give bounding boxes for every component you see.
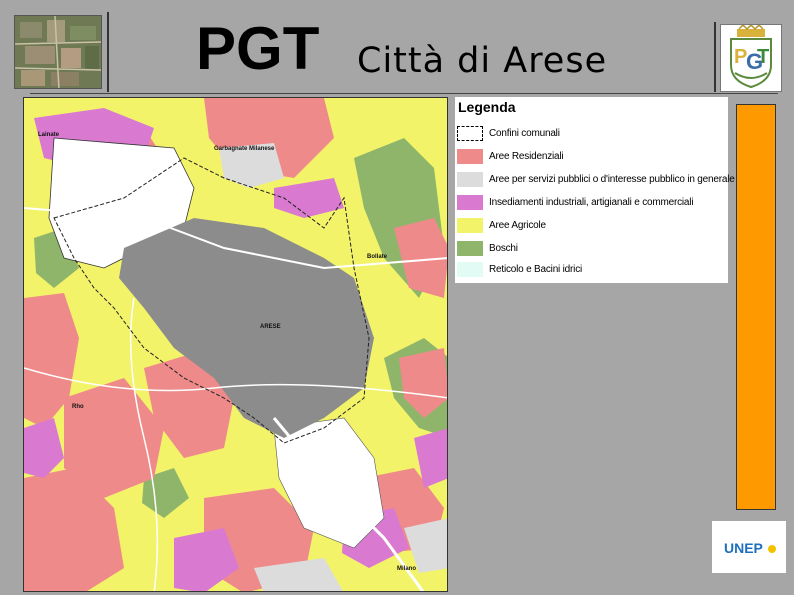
legend-swatch (457, 148, 483, 164)
unep-logo-text: UNEP (724, 540, 763, 556)
legend-label: Aree Residenziali (489, 150, 564, 162)
legend-label: Aree Agricole (489, 219, 546, 231)
legend-item-public-services: Aree per servizi pubblici o d'interesse … (457, 171, 735, 187)
legend-item-industrial: Insediamenti industriali, artigianali e … (457, 194, 694, 210)
svg-text:T: T (757, 46, 769, 68)
legend-label: Insediamenti industriali, artigianali e … (489, 196, 694, 208)
legend-swatch (457, 125, 483, 141)
legend-item-woods: Boschi (457, 240, 518, 256)
aerial-photo-icon (14, 15, 102, 89)
header-divider-left (107, 12, 109, 92)
legend-item-water: Reticolo e Bacini idrici (457, 261, 582, 277)
land-use-map: Lainate Garbagnate Milanese Bollate ARES… (23, 97, 448, 592)
title-pgt: PGT (196, 15, 320, 82)
map-label-rho: Rho (72, 404, 84, 410)
map-legend: Legenda Confini comunali Aree Residenzia… (455, 97, 735, 283)
legend-label: Confini comunali (489, 127, 560, 139)
map-label-lainate: Lainate (38, 132, 60, 138)
legend-swatch (457, 217, 483, 233)
legend-label: Boschi (489, 242, 518, 254)
legend-swatch (457, 171, 483, 187)
legend-label: Aree per servizi pubblici o d'interesse … (489, 173, 735, 185)
legend-item-boundaries: Confini comunali (457, 125, 560, 141)
title-city: Città di Arese (357, 41, 608, 81)
map-label-arese: ARESE (260, 324, 281, 330)
legend-label: Reticolo e Bacini idrici (489, 263, 583, 275)
legend-item-residential: Aree Residenziali (457, 148, 564, 164)
map-label-milano: Milano (397, 566, 416, 572)
map-label-garbagnate: Garbagnate Milanese (214, 146, 275, 152)
legend-swatch (457, 194, 483, 210)
legend-swatch (457, 261, 483, 277)
unep-logo-icon: UNEP (712, 521, 786, 573)
header-rule (30, 93, 778, 94)
orange-side-bar (736, 104, 776, 510)
legend-item-agricultural: Aree Agricole (457, 217, 546, 233)
legend-title: Legenda (458, 99, 516, 115)
pgt-crest-icon: P G T (720, 23, 782, 92)
header-divider-right (714, 22, 716, 92)
map-label-bollate: Bollate (367, 254, 388, 260)
legend-swatch (457, 240, 483, 256)
